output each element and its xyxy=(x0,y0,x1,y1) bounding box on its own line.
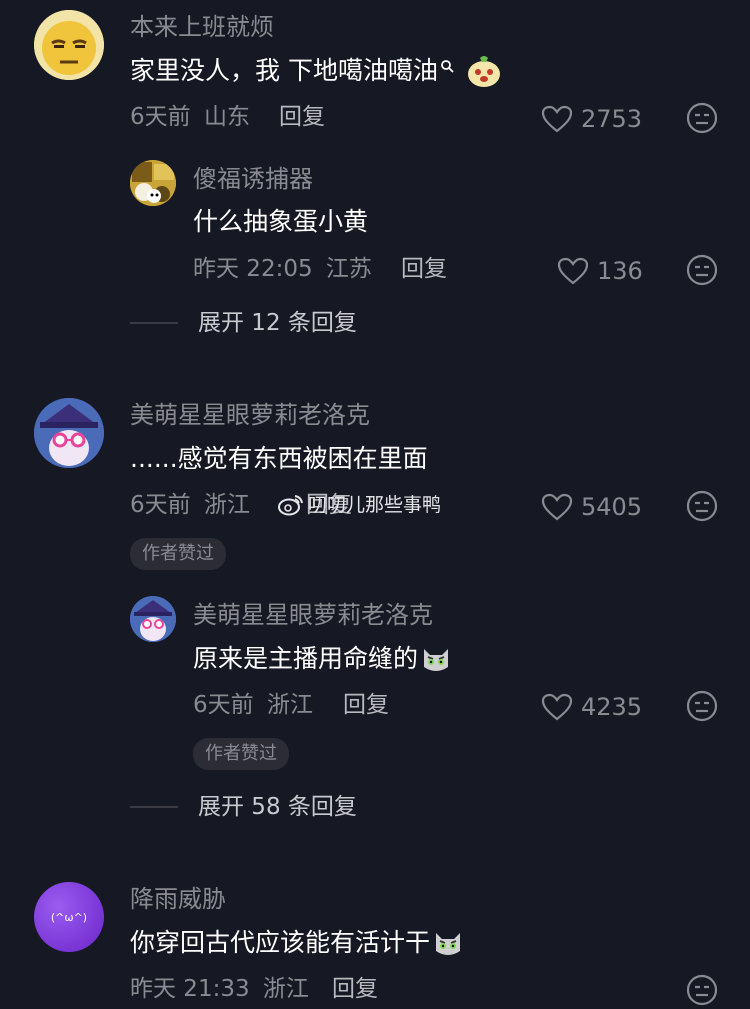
like-count: 2753 xyxy=(581,105,643,133)
reply-time: 6天前 xyxy=(193,692,254,718)
comment-item: (^ω^) 降雨威胁 你穿回古代应该能有活计干 昨天 21:33 浙江 回复 xyxy=(0,874,750,1009)
like-button[interactable]: 136 xyxy=(557,256,643,286)
like-count: 4235 xyxy=(581,693,643,721)
collage-avatar-icon xyxy=(130,160,176,206)
heart-icon xyxy=(541,493,573,521)
comment-text: ......感觉有东西被困在里面 xyxy=(130,444,428,473)
comment-text-content: 家里没人，我 下地噶油噶油 xyxy=(130,56,438,85)
divider-line xyxy=(130,322,178,324)
comment-time: 昨天 21:33 xyxy=(130,976,250,1002)
dislike-face-icon[interactable] xyxy=(686,974,718,1006)
like-button[interactable]: 2753 xyxy=(541,104,642,134)
comment-location: 浙江 xyxy=(203,492,250,518)
dislike-face-icon[interactable] xyxy=(686,690,718,722)
author-liked-badge: 作者赞过 xyxy=(130,538,226,570)
heart-icon xyxy=(557,257,589,285)
expand-replies-label: 展开 12 条回复 xyxy=(198,310,357,336)
like-count: 5405 xyxy=(581,493,643,521)
weibo-watermark: 叨叨儿那些事鸭 xyxy=(278,492,441,518)
comment-text: 你穿回古代应该能有活计干 xyxy=(130,926,464,960)
reply-button[interactable]: 回复 xyxy=(279,102,325,132)
like-button[interactable]: 5405 xyxy=(541,492,642,522)
comment-time: 6天前 xyxy=(130,104,191,130)
reply-text: 原来是主播用命缝的 xyxy=(193,642,452,676)
cat-emoji xyxy=(424,649,449,671)
comment-location: 山东 xyxy=(203,104,250,130)
reply-text-content: 原来是主播用命缝的 xyxy=(193,644,419,673)
dislike-face-icon[interactable] xyxy=(686,254,718,286)
reply-button[interactable]: 回复 xyxy=(401,254,447,284)
comment-username[interactable]: 美萌星星眼萝莉老洛克 xyxy=(130,400,370,430)
comment-username[interactable]: 本来上班就烦 xyxy=(130,12,274,42)
expand-replies-label: 展开 58 条回复 xyxy=(198,794,357,820)
comment-text: 家里没人，我 下地噶油噶油 xyxy=(130,54,502,88)
like-count: 136 xyxy=(597,257,643,285)
author-liked-badge: 作者赞过 xyxy=(193,738,289,770)
comment-time: 6天前 xyxy=(130,492,191,518)
heart-icon xyxy=(541,105,573,133)
comment-meta: 昨天 21:33 浙江 xyxy=(130,974,309,1004)
reply-username[interactable]: 傻福诱捕器 xyxy=(193,164,313,194)
reply-meta: 6天前 浙江 xyxy=(193,690,313,720)
comment-meta: 6天前 浙江 xyxy=(130,490,250,520)
comment-meta: 6天前 山东 xyxy=(130,102,250,132)
reply-button[interactable]: 回复 xyxy=(332,974,378,1004)
like-button[interactable]: 4235 xyxy=(541,692,642,722)
heart-icon xyxy=(541,693,573,721)
comment-username[interactable]: 降雨威胁 xyxy=(130,884,226,914)
dislike-face-icon[interactable] xyxy=(686,490,718,522)
reply-avatar[interactable] xyxy=(130,596,176,642)
reply-time: 昨天 22:05 xyxy=(193,256,313,282)
reply-text: 什么抽象蛋小黄 xyxy=(193,207,369,236)
expand-replies-button[interactable]: 展开 58 条回复 xyxy=(130,792,357,822)
cat-emoji xyxy=(436,933,461,955)
pear-cat-emoji xyxy=(467,56,500,87)
comment-item: 美萌星星眼萝莉老洛克 ......感觉有东西被困在里面 6天前 浙江 回复 54… xyxy=(0,390,750,830)
comment-location: 浙江 xyxy=(262,976,309,1002)
avatar[interactable] xyxy=(34,398,104,468)
search-icon[interactable] xyxy=(440,59,454,73)
dislike-face-icon[interactable] xyxy=(686,102,718,134)
weibo-icon xyxy=(278,495,303,516)
wizard-girl-avatar-icon xyxy=(34,398,104,468)
avatar[interactable]: (^ω^) xyxy=(34,882,104,952)
avatar[interactable] xyxy=(34,10,104,80)
reply-avatar[interactable] xyxy=(130,160,176,206)
annoyed-face-icon xyxy=(34,10,104,80)
comment-item: 本来上班就烦 家里没人，我 下地噶油噶油 6天前 山东 回复 2753 傻福诱捕… xyxy=(0,0,750,360)
reply-button[interactable]: 回复 xyxy=(343,690,389,720)
divider-line xyxy=(130,806,178,808)
expand-replies-button[interactable]: 展开 12 条回复 xyxy=(130,308,357,338)
reply-username[interactable]: 美萌星星眼萝莉老洛克 xyxy=(193,600,433,630)
reply-meta: 昨天 22:05 江苏 xyxy=(193,254,372,284)
comment-text-content: 你穿回古代应该能有活计干 xyxy=(130,928,431,957)
reply-location: 浙江 xyxy=(266,692,313,718)
avatar-kaomoji: (^ω^) xyxy=(50,910,88,924)
wizard-girl-avatar-icon xyxy=(130,596,176,642)
watermark-text: 叨叨儿那些事鸭 xyxy=(308,494,442,516)
reply-location: 江苏 xyxy=(325,256,372,282)
